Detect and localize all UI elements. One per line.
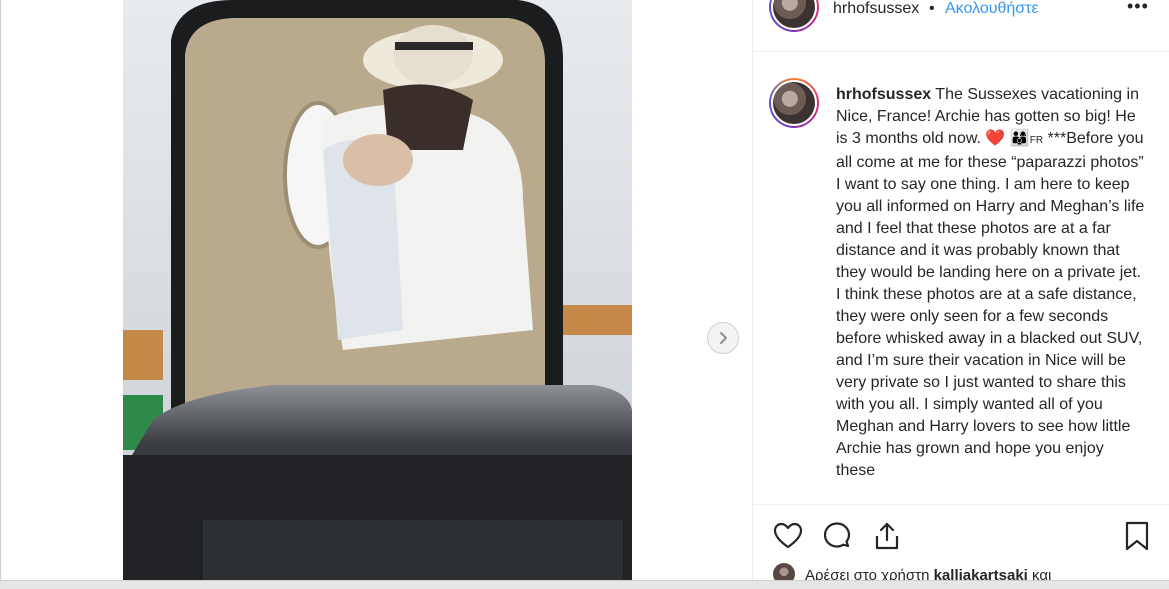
heart-emoji: ❤️ xyxy=(985,130,1006,147)
header-avatar[interactable] xyxy=(769,0,819,32)
comments-area: hrhofsussex The Sussexes vacationing in … xyxy=(753,52,1169,504)
caption-avatar[interactable] xyxy=(769,78,819,128)
post-photo[interactable] xyxy=(123,0,632,580)
next-photo-button[interactable] xyxy=(707,322,739,354)
post-side-panel: hrhofsussex • Ακολουθήστε ••• hrhofsusse… xyxy=(752,0,1169,585)
photo-pane xyxy=(0,0,752,580)
header-username[interactable]: hrhofsussex xyxy=(833,0,919,18)
chevron-right-icon xyxy=(720,332,727,344)
comment-icon[interactable] xyxy=(821,520,853,552)
post-actions: Αρέσει στο χρήστη kalliakartsaki και xyxy=(753,504,1169,585)
heart-icon[interactable] xyxy=(772,520,804,552)
follow-button[interactable]: Ακολουθήστε xyxy=(945,0,1039,18)
bookmark-icon[interactable] xyxy=(1122,520,1152,552)
caption-text-part2: ***Before you all come at me for these “… xyxy=(836,130,1145,479)
caption-username[interactable]: hrhofsussex xyxy=(836,86,931,103)
photo-illustration xyxy=(123,0,632,580)
flag-fr-emoji: FR xyxy=(1029,135,1044,146)
more-options-icon[interactable]: ••• xyxy=(1127,0,1149,17)
caption: hrhofsussex The Sussexes vacationing in … xyxy=(836,84,1146,482)
header-separator: • xyxy=(929,0,935,17)
share-icon[interactable] xyxy=(871,520,903,552)
family-emoji: 👨‍👩‍👦 xyxy=(1009,130,1030,147)
bottom-scrollbar[interactable] xyxy=(0,580,1169,589)
post-header: hrhofsussex • Ακολουθήστε ••• xyxy=(753,0,1169,52)
